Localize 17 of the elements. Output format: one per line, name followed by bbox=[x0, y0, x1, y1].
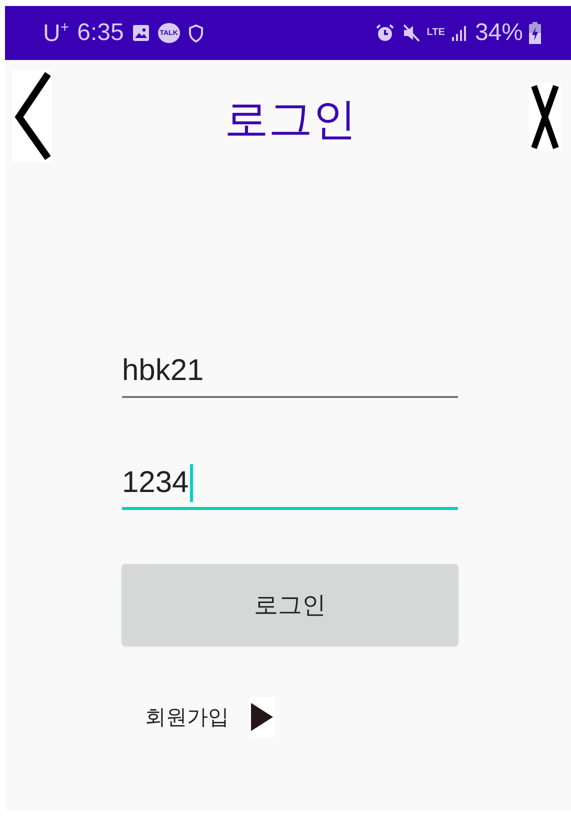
back-icon[interactable] bbox=[12, 70, 52, 162]
shield-icon bbox=[188, 24, 204, 42]
image-icon bbox=[132, 24, 150, 42]
clock: 6:35 bbox=[77, 19, 124, 47]
signup-link[interactable]: 회원가입 bbox=[145, 703, 229, 731]
alarm-icon bbox=[374, 23, 395, 43]
username-field[interactable]: hbk21 bbox=[122, 346, 458, 398]
password-field[interactable]: 1234 bbox=[122, 458, 458, 510]
close-icon[interactable] bbox=[529, 83, 561, 151]
page-title: 로그인 bbox=[224, 93, 356, 147]
battery-icon bbox=[529, 22, 541, 44]
signal-icon bbox=[450, 24, 469, 42]
network-label: LTE bbox=[426, 28, 445, 38]
login-button[interactable]: 로그인 bbox=[122, 564, 458, 645]
battery-level: 34% bbox=[474, 19, 523, 47]
carrier-label: U$^{+}$ bbox=[43, 18, 70, 48]
mute-icon bbox=[400, 23, 421, 43]
